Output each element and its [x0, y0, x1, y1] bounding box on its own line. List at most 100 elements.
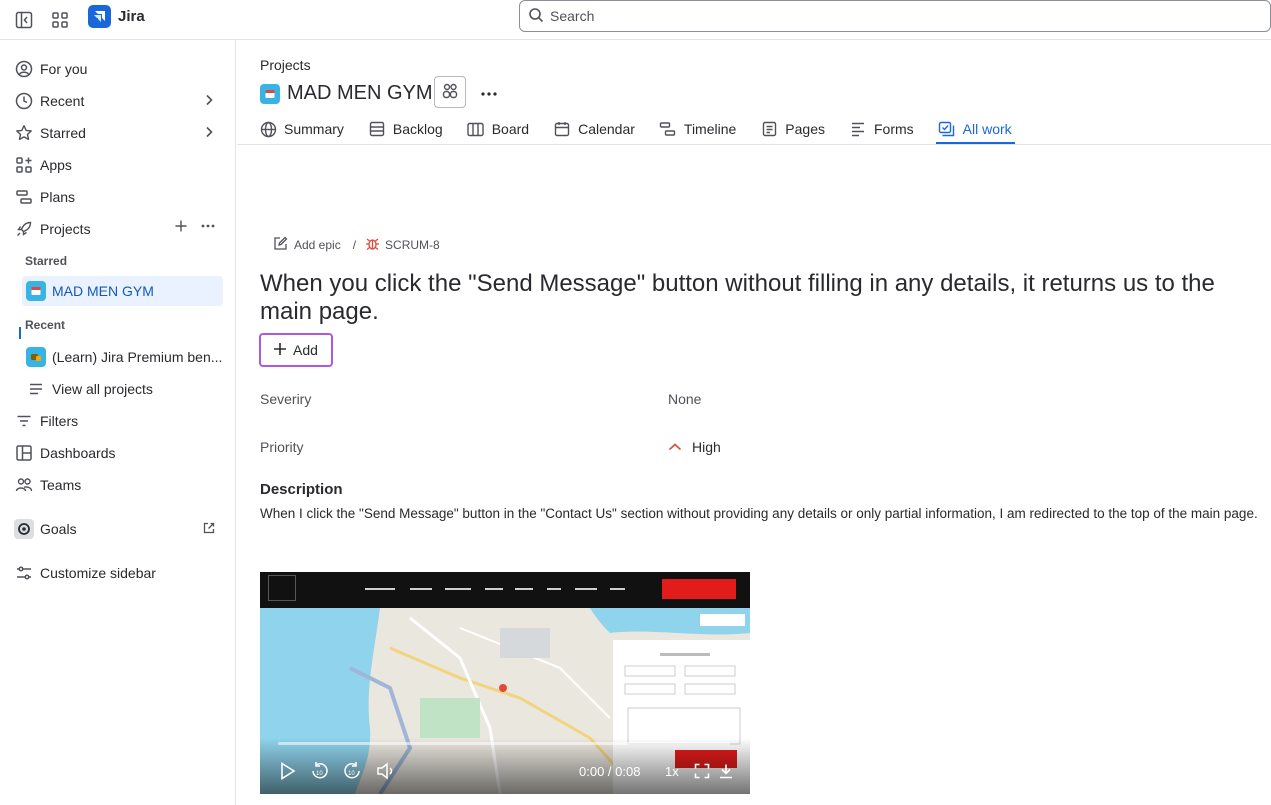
breadcrumb-projects[interactable]: Projects: [260, 57, 311, 73]
svg-text:10: 10: [348, 771, 355, 777]
tab-forms[interactable]: Forms: [849, 115, 914, 143]
priority-value[interactable]: High: [668, 439, 721, 455]
sidebar-item-label: Plans: [40, 189, 76, 205]
description-text[interactable]: When I click the "Send Message" button i…: [260, 502, 1265, 526]
sidebar-item-customize[interactable]: Customize sidebar: [8, 558, 226, 588]
plus-icon: [273, 340, 287, 360]
project-more-button[interactable]: [475, 78, 503, 106]
sidebar-item-starred[interactable]: Starred: [8, 118, 226, 148]
issue-title[interactable]: When you click the "Send Message" button…: [260, 270, 1260, 326]
list-icon: [26, 379, 46, 399]
backlog-icon: [368, 120, 386, 138]
tab-label: Summary: [284, 121, 344, 137]
sidebar-item-goals[interactable]: Goals: [8, 514, 226, 544]
sidebar-item-view-all-projects[interactable]: View all projects: [20, 374, 226, 404]
app-switcher-icon[interactable]: [47, 7, 73, 33]
calendar-icon: [553, 120, 571, 138]
star-icon: [14, 123, 34, 143]
project-avatar-icon: [260, 83, 280, 104]
priority-label: Priority: [260, 439, 304, 455]
tab-board[interactable]: Board: [467, 115, 529, 143]
project-tabs: Summary Backlog Board Calendar Timeline …: [259, 115, 1036, 144]
tab-calendar[interactable]: Calendar: [553, 115, 635, 143]
sidebar-item-label: (Learn) Jira Premium ben...: [52, 349, 223, 365]
more-options-icon[interactable]: [200, 219, 216, 236]
globe-icon: [259, 120, 277, 138]
project-header: MAD MEN GYM: [260, 82, 433, 105]
tab-all-work[interactable]: All work: [935, 115, 1015, 144]
sidebar-toggle-icon[interactable]: [11, 7, 37, 33]
timeline-icon: [659, 120, 677, 138]
sidebar-item-label: Customize sidebar: [40, 565, 156, 581]
teams-icon: [14, 475, 34, 495]
add-project-icon[interactable]: [174, 219, 188, 236]
rewind-10-icon[interactable]: 10: [310, 761, 330, 781]
tab-backlog[interactable]: Backlog: [368, 115, 443, 143]
tab-pages[interactable]: Pages: [760, 115, 825, 143]
severity-value[interactable]: None: [668, 391, 701, 407]
forward-10-icon[interactable]: 10: [342, 761, 362, 781]
sidebar-item-learn-jira-premium[interactable]: (Learn) Jira Premium ben...: [20, 342, 226, 372]
sidebar-item-teams[interactable]: Teams: [8, 470, 226, 500]
sidebar-item-for-you[interactable]: For you: [8, 54, 226, 84]
top-navigation: Jira: [0, 0, 1271, 40]
all-work-icon: [938, 120, 956, 138]
tab-label: Forms: [874, 121, 914, 137]
tab-timeline[interactable]: Timeline: [659, 115, 736, 143]
video-site-cta: [662, 579, 736, 599]
video-site-logo: [268, 575, 296, 601]
sidebar-item-label: Goals: [40, 521, 77, 537]
edit-icon[interactable]: [273, 236, 288, 254]
fullscreen-icon[interactable]: [692, 761, 712, 781]
tabs-divider: [237, 144, 1271, 145]
project-avatar-icon: [26, 281, 46, 301]
board-icon: [467, 120, 485, 138]
add-button[interactable]: Add: [259, 333, 333, 367]
sidebar-item-filters[interactable]: Filters: [8, 406, 226, 436]
playback-speed[interactable]: 1x: [665, 764, 679, 779]
plans-icon: [14, 187, 34, 207]
tab-label: All work: [962, 121, 1012, 137]
external-link-icon[interactable]: [202, 521, 216, 538]
sidebar-item-plans[interactable]: Plans: [8, 182, 226, 212]
tab-label: Backlog: [392, 121, 443, 137]
filter-icon: [14, 411, 34, 431]
forms-icon: [849, 120, 867, 138]
chevron-right-icon[interactable]: [202, 125, 216, 142]
sidebar-item-dashboards[interactable]: Dashboards: [8, 438, 226, 468]
sidebar-item-recent[interactable]: Recent: [8, 86, 226, 116]
app-name: Jira: [118, 8, 145, 25]
svg-text:10: 10: [316, 771, 323, 777]
video-progress-bar[interactable]: [278, 742, 730, 745]
description-heading: Description: [260, 481, 343, 498]
tab-label: Timeline: [683, 121, 737, 137]
people-icon: [441, 82, 459, 103]
issue-key-link[interactable]: SCRUM-8: [385, 238, 440, 252]
main-content: Projects MAD MEN GYM Summary Backlog Boa…: [237, 40, 1271, 805]
rocket-icon: [14, 219, 34, 239]
sidebar-item-apps[interactable]: Apps: [8, 150, 226, 180]
download-icon[interactable]: [716, 761, 736, 781]
play-icon[interactable]: [278, 761, 298, 781]
attachment-video[interactable]: 10 10 0:00 / 0:08 1x: [260, 572, 750, 794]
chevron-right-icon[interactable]: [202, 93, 216, 110]
pages-icon: [760, 120, 778, 138]
selected-indicator: [19, 327, 21, 339]
severity-label: Severiry: [260, 391, 312, 407]
jira-logo[interactable]: Jira: [88, 5, 145, 28]
sidebar-item-label: View all projects: [52, 381, 153, 397]
team-members-button[interactable]: [434, 76, 466, 108]
tab-summary[interactable]: Summary: [259, 115, 344, 143]
video-site-links: [365, 584, 625, 596]
volume-icon[interactable]: [376, 761, 396, 781]
sidebar-item-mad-men-gym[interactable]: MAD MEN GYM: [22, 276, 223, 306]
sidebar-item-projects[interactable]: Projects: [8, 214, 226, 244]
add-epic-link[interactable]: Add epic: [294, 238, 341, 252]
sidebar-item-label: Starred: [40, 125, 86, 141]
search-bar[interactable]: [519, 0, 1271, 32]
tab-label: Pages: [785, 121, 825, 137]
breadcrumb-separator: /: [352, 238, 357, 252]
search-input[interactable]: [550, 8, 1150, 24]
goals-icon: [14, 519, 34, 539]
sidebar-item-label: Recent: [40, 93, 85, 109]
